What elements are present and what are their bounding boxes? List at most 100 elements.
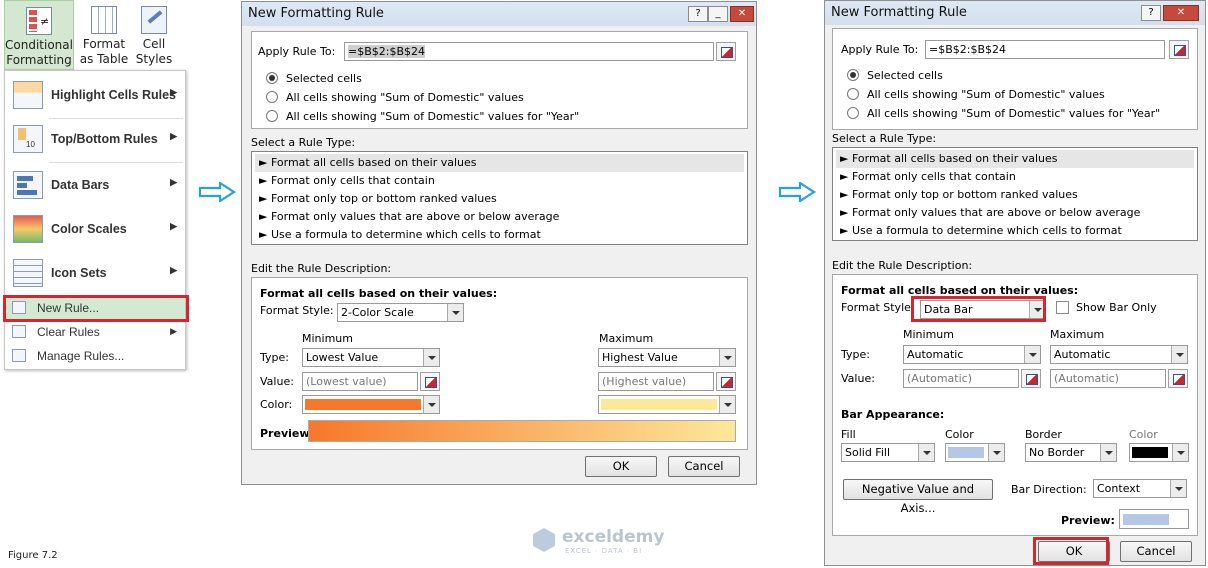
preview-label: Preview: [260, 427, 314, 440]
chevron-down-icon [1172, 444, 1188, 461]
min-color-select[interactable] [302, 395, 440, 414]
bar-color-select[interactable] [945, 443, 1005, 462]
radio-all-cells-year[interactable] [266, 110, 278, 122]
bar-direction-select[interactable]: Context [1093, 479, 1187, 498]
close-button[interactable]: ✕ [1163, 5, 1199, 21]
max-value-input[interactable]: (Highest value) [598, 372, 714, 391]
min-color-swatch [305, 399, 421, 410]
range-picker-icon[interactable] [420, 372, 440, 391]
rule-type-item[interactable]: ► Format only values that are above or b… [836, 204, 1140, 222]
new-rule-highlight [3, 295, 189, 322]
min-type-select[interactable]: Lowest Value [302, 348, 440, 367]
radio-label: Selected cells [867, 69, 943, 82]
range-picker-icon[interactable] [716, 42, 736, 61]
rule-type-item[interactable]: ► Use a formula to determine which cells… [836, 222, 1122, 240]
fill-label: Fill [841, 428, 856, 441]
min-type-select[interactable]: Automatic [903, 345, 1041, 364]
border-select[interactable]: No Border [1025, 443, 1117, 462]
menu-item-top-bottom-rules[interactable]: 10 Top/Bottom Rules ▶ [5, 117, 185, 161]
help-button[interactable]: ? [688, 6, 708, 22]
menu-item-clear-rules[interactable]: Clear Rules ▶ [5, 321, 185, 343]
rule-type-list: ► Format all cells based on their values… [832, 147, 1198, 241]
rule-type-list: ► Format all cells based on their values… [251, 151, 748, 245]
negative-value-axis-button[interactable]: Negative Value and Axis... [843, 479, 993, 515]
range-picker-icon[interactable] [1021, 369, 1041, 388]
apply-rule-input[interactable]: =$B$2:$B$24 [344, 42, 714, 61]
color-label: Color [945, 428, 974, 441]
ok-button-highlight [1033, 537, 1109, 565]
chevron-right-icon: ▶ [170, 131, 177, 141]
rule-type-item[interactable]: ► Format only values that are above or b… [255, 208, 559, 226]
rule-type-item[interactable]: ► Use a formula to determine which cells… [255, 226, 541, 244]
range-picker-icon[interactable] [1169, 40, 1189, 59]
close-button[interactable]: ✕ [730, 6, 754, 22]
type-label: Type: [260, 351, 289, 364]
radio-all-cells-sum[interactable] [847, 88, 859, 100]
fill-select[interactable]: Solid Fill [841, 443, 935, 462]
cancel-button[interactable]: Cancel [1120, 541, 1192, 562]
help-button[interactable]: ? [1141, 5, 1161, 21]
arrow-right-icon [198, 182, 236, 202]
chevron-down-icon [447, 304, 463, 321]
new-formatting-rule-dialog-2: New Formatting Rule ? ✕ Apply Rule To: =… [824, 0, 1206, 566]
rule-type-item[interactable]: ► Format only top or bottom ranked value… [836, 186, 1078, 204]
max-value-input[interactable]: (Automatic) [1050, 369, 1166, 388]
border-label: Border [1025, 428, 1062, 441]
color-scales-icon [13, 215, 43, 243]
cell-styles-button[interactable]: Cell Styles [134, 0, 174, 70]
apply-rule-group: Apply Rule To: =$B$2:$B$24 Selected cell… [832, 28, 1198, 130]
rule-type-item[interactable]: ► Format all cells based on their values [255, 154, 744, 172]
format-as-table-button[interactable]: Format as Table [76, 0, 132, 70]
rule-type-item[interactable]: ► Format all cells based on their values [836, 150, 1194, 168]
format-style-select[interactable]: 2-Color Scale [337, 303, 464, 322]
rule-type-item[interactable]: ► Format only top or bottom ranked value… [255, 190, 497, 208]
radio-all-cells-sum[interactable] [266, 91, 278, 103]
chevron-down-icon [1170, 480, 1186, 497]
apply-rule-input[interactable]: =$B$2:$B$24 [925, 40, 1165, 59]
select-rule-type-label: Select a Rule Type: [832, 132, 937, 145]
chevron-down-icon [719, 396, 735, 413]
max-type-select[interactable]: Highest Value [598, 348, 736, 367]
max-color-select[interactable] [598, 395, 736, 414]
menu-item-color-scales[interactable]: Color Scales ▶ [5, 207, 185, 251]
edit-rule-label: Edit the Rule Description: [832, 259, 973, 272]
conditional-formatting-button[interactable]: ≠ Conditional Formatting [4, 0, 74, 70]
cancel-button[interactable]: Cancel [668, 456, 740, 477]
range-picker-icon[interactable] [716, 372, 736, 391]
show-bar-only-checkbox[interactable] [1056, 301, 1069, 314]
menu-label: Top/Bottom Rules [51, 132, 158, 146]
rule-type-item[interactable]: ► Format only cells that contain [836, 168, 1016, 186]
range-picker-icon[interactable] [1168, 369, 1188, 388]
menu-item-manage-rules[interactable]: Manage Rules... [5, 345, 185, 367]
minimum-label: Minimum [302, 332, 353, 345]
border-color-swatch [1132, 447, 1168, 458]
chevron-down-icon [988, 444, 1004, 461]
color-scale-preview [308, 420, 736, 442]
maximum-label: Maximum [599, 332, 654, 345]
rule-type-item[interactable]: ► Format only cells that contain [255, 172, 435, 190]
min-value-input[interactable]: (Automatic) [903, 369, 1019, 388]
format-style-label: Format Style: [841, 301, 915, 314]
radio-selected-cells[interactable] [266, 72, 278, 84]
format-style-highlight [911, 296, 1046, 322]
max-type-select[interactable]: Automatic [1050, 345, 1188, 364]
min-value-input[interactable]: (Lowest value) [302, 372, 418, 391]
menu-item-icon-sets[interactable]: Icon Sets ▶ [5, 251, 185, 295]
watermark-tag: EXCEL · DATA · BI [565, 547, 643, 555]
ok-button[interactable]: OK [585, 456, 657, 477]
apply-rule-group: Apply Rule To: =$B$2:$B$24 Selected cell… [251, 31, 748, 129]
minimize-button[interactable]: _ [708, 6, 728, 22]
radio-selected-cells[interactable] [847, 69, 859, 81]
chevron-down-icon [719, 349, 735, 366]
exceldemy-logo-icon [533, 528, 555, 552]
border-color-select[interactable] [1129, 443, 1189, 462]
menu-label: Clear Rules [37, 325, 100, 339]
conditional-formatting-icon: ≠ [26, 7, 52, 35]
menu-item-highlight-cells-rules[interactable]: Highlight Cells Rules ▶ [5, 73, 185, 117]
data-bars-icon [13, 171, 43, 199]
menu-item-data-bars[interactable]: Data Bars ▶ [5, 163, 185, 207]
radio-all-cells-year[interactable] [847, 107, 859, 119]
color-label: Color: [260, 398, 293, 411]
radio-label: All cells showing "Sum of Domestic" valu… [286, 91, 524, 104]
top-bottom-icon: 10 [13, 125, 43, 153]
